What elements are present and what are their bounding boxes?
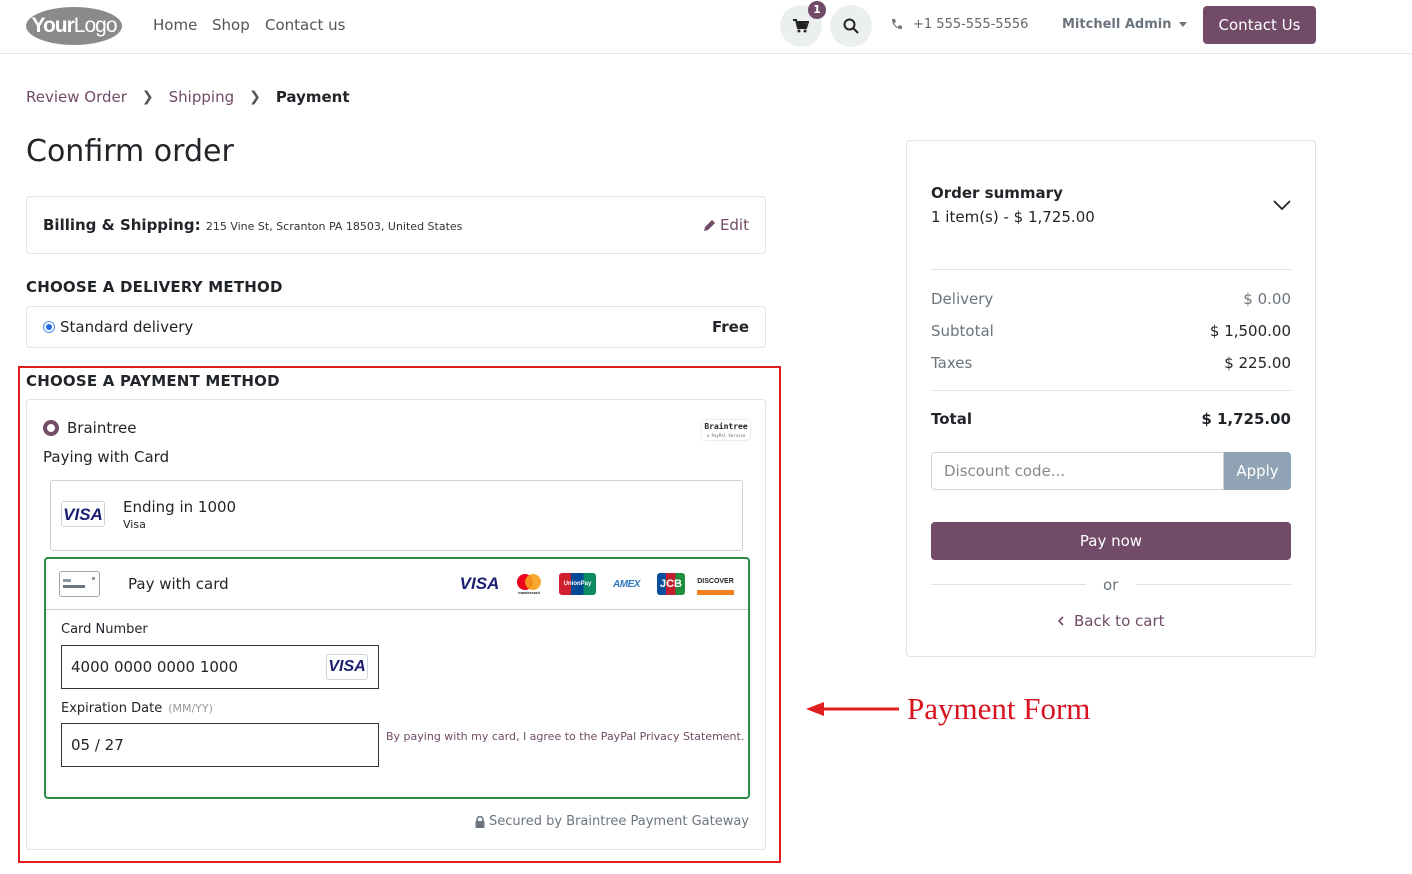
phone-icon <box>892 19 902 29</box>
arrow-left-icon <box>806 702 899 716</box>
pencil-icon <box>703 219 715 231</box>
edit-address-button[interactable]: Edit <box>703 216 749 234</box>
order-summary-title: Order summary <box>931 184 1063 202</box>
annotation-label: Payment Form <box>907 691 1091 726</box>
edit-label: Edit <box>719 216 749 234</box>
visa-logo-icon: VISA <box>326 654 368 680</box>
nav-contact[interactable]: Contact us <box>265 16 345 34</box>
secured-text: Secured by Braintree Payment Gateway <box>489 814 749 829</box>
subtotal-row: Subtotal $ 1,500.00 <box>931 322 1291 340</box>
amex-logo-icon: AMEX <box>613 578 640 590</box>
taxes-row: Taxes $ 225.00 <box>931 354 1291 372</box>
pay-now-button[interactable]: Pay now <box>931 522 1291 560</box>
expiry-hint: (MM/YY) <box>168 702 213 715</box>
braintree-radio[interactable] <box>43 420 59 436</box>
site-logo[interactable]: YourLogo <box>26 7 122 45</box>
svg-text:mastercard: mastercard <box>518 590 540 595</box>
cart-count-badge: 1 <box>808 1 826 19</box>
discover-logo-icon: DISCOVER <box>697 573 734 595</box>
delivery-name: Standard delivery <box>60 318 194 336</box>
apply-discount-button[interactable]: Apply <box>1224 452 1291 490</box>
site-header: YourLogo Home Shop Contact us 1 +1 555-5… <box>0 0 1412 54</box>
braintree-logo: Braintree a PayPal Service <box>702 420 750 440</box>
card-form-title: Pay with card <box>128 575 229 593</box>
order-summary-items: 1 item(s) - $ 1,725.00 <box>931 208 1095 226</box>
delivery-option[interactable]: Standard delivery Free <box>26 306 766 348</box>
search-button[interactable] <box>830 5 872 47</box>
card-form-header: Pay with card VISA mastercard UnionPay A… <box>46 559 748 610</box>
secured-notice: Secured by Braintree Payment Gateway <box>475 814 749 829</box>
user-name: Mitchell Admin <box>1062 17 1172 32</box>
payment-section-title: CHOOSE A PAYMENT METHOD <box>26 372 280 390</box>
page-title: Confirm order <box>26 134 234 169</box>
nav-shop[interactable]: Shop <box>212 16 250 34</box>
caret-down-icon <box>1179 22 1188 27</box>
billing-address: 215 Vine St, Scranton PA 18503, United S… <box>205 220 463 233</box>
or-divider-right <box>1136 584 1291 585</box>
visa-logo-icon: VISA <box>61 501 105 527</box>
delivery-row: Delivery $ 0.00 <box>931 290 1291 308</box>
breadcrumb-payment: Payment <box>275 88 350 106</box>
chevron-down-icon[interactable] <box>1273 199 1291 211</box>
phone-link[interactable]: +1 555-555-5556 <box>890 17 1028 32</box>
jcb-logo-icon: JCB <box>657 573 685 595</box>
checkout-breadcrumb: Review Order ❯ Shipping ❯ Payment <box>26 88 350 106</box>
saved-card-title: Ending in 1000 <box>123 498 237 516</box>
order-summary-card: Order summary 1 item(s) - $ 1,725.00 Del… <box>906 140 1316 657</box>
expiry-input[interactable]: 05 / 27 <box>61 723 379 767</box>
or-divider-left <box>931 584 1086 585</box>
back-to-cart-label: Back to cart <box>1074 612 1165 630</box>
discount-code-input[interactable]: Discount code... <box>931 452 1224 490</box>
visa-logo-icon: VISA <box>459 574 500 593</box>
lock-icon <box>475 815 485 828</box>
expiry-label: Expiration Date (MM/YY) <box>61 701 213 716</box>
search-icon <box>843 18 859 34</box>
breadcrumb-review-order[interactable]: Review Order <box>26 88 127 106</box>
saved-card-subtitle: Visa <box>123 518 146 531</box>
user-menu[interactable]: Mitchell Admin <box>1062 17 1188 32</box>
summary-divider <box>931 269 1291 270</box>
mastercard-logo-icon: mastercard <box>510 573 547 595</box>
card-number-value: 4000 0000 0000 1000 <box>71 658 238 676</box>
delivery-price: Free <box>711 318 749 336</box>
phone-number: +1 555-555-5556 <box>913 17 1029 32</box>
card-number-label: Card Number <box>61 622 148 637</box>
card-payment-form: Pay with card VISA mastercard UnionPay A… <box>44 557 750 799</box>
paying-with-label: Paying with Card <box>43 448 170 466</box>
delivery-section-title: CHOOSE A DELIVERY METHOD <box>26 278 283 296</box>
cart-icon <box>793 19 809 33</box>
contact-us-button[interactable]: Contact Us <box>1203 6 1316 44</box>
total-row: Total $ 1,725.00 <box>931 410 1291 428</box>
breadcrumb-shipping[interactable]: Shipping <box>169 88 234 106</box>
summary-divider <box>931 390 1291 391</box>
credit-card-icon <box>59 571 100 597</box>
back-to-cart-link[interactable]: Back to cart <box>1057 612 1165 630</box>
chevron-right-icon: ❯ <box>141 89 154 105</box>
nav-home[interactable]: Home <box>153 16 197 34</box>
chevron-right-icon: ❯ <box>249 89 261 105</box>
saved-card-option[interactable]: VISA Ending in 1000 Visa <box>50 480 743 551</box>
billing-label: Billing & Shipping: 215 Vine St, Scranto… <box>43 216 463 234</box>
or-text: or <box>1103 576 1119 594</box>
unionpay-logo-icon: UnionPay <box>559 573 596 595</box>
paypal-privacy-notice[interactable]: By paying with my card, I agree to the P… <box>386 730 744 743</box>
chevron-left-icon <box>1057 616 1064 626</box>
billing-shipping-card: Billing & Shipping: 215 Vine St, Scranto… <box>26 196 766 254</box>
delivery-radio[interactable] <box>43 321 55 333</box>
accepted-brands: VISA mastercard UnionPay AMEX JCB DISCOV… <box>459 573 734 595</box>
payment-method-card: Braintree Braintree a PayPal Service Payi… <box>26 399 766 850</box>
payment-provider-name: Braintree <box>67 419 137 437</box>
expiry-value: 05 / 27 <box>71 736 124 754</box>
card-number-input[interactable]: 4000 0000 0000 1000 VISA <box>61 645 379 689</box>
